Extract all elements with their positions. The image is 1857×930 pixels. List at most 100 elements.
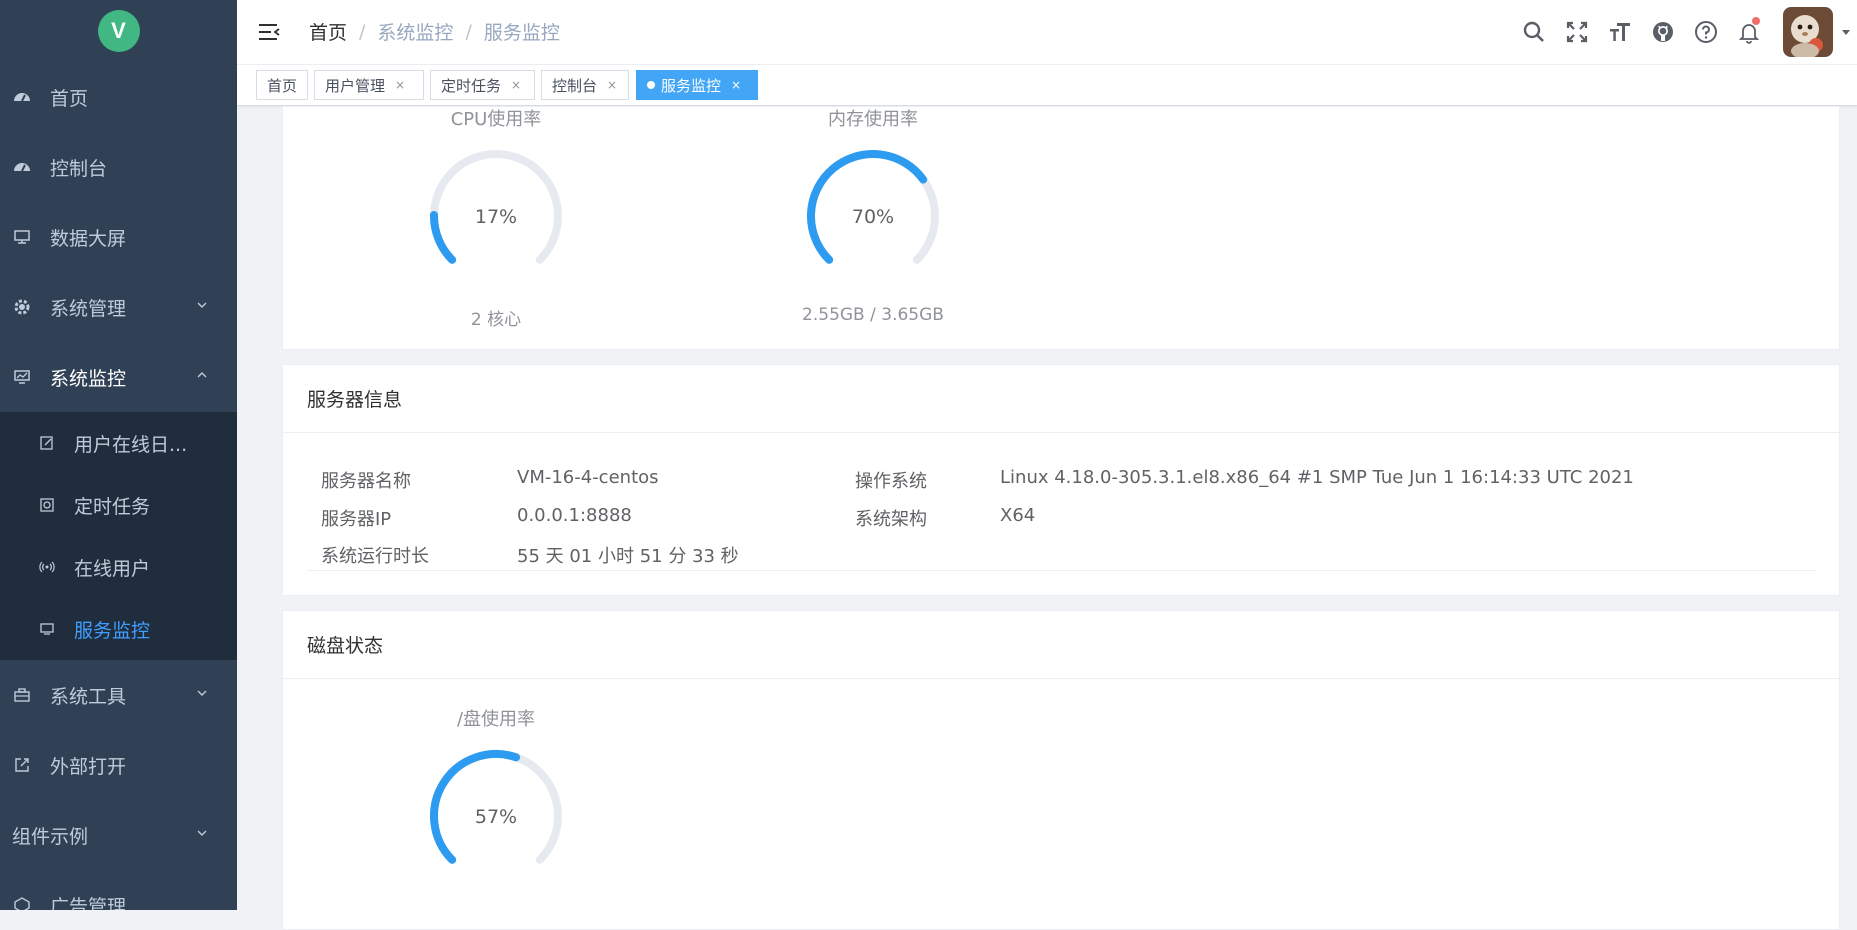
- sidebar-item-scheduled-task[interactable]: 定时任务: [0, 474, 237, 536]
- chevron-up-icon: [197, 372, 207, 378]
- sidebar-item-system-monitor[interactable]: 系统监控: [0, 342, 237, 412]
- gear-icon: [12, 297, 32, 317]
- sidebar-item-online-log[interactable]: 用户在线日...: [0, 412, 237, 474]
- fullscreen-icon[interactable]: [1564, 19, 1590, 45]
- question-icon[interactable]: [1693, 19, 1719, 45]
- navbar: 首页 / 系统监控 / 服务监控: [237, 0, 1857, 65]
- close-icon[interactable]: ×: [395, 78, 405, 92]
- sidebar-item-label: 在线用户: [74, 557, 151, 580]
- font-size-icon[interactable]: [1607, 19, 1633, 45]
- sidebar-item-label: 服务监控: [74, 619, 151, 642]
- breadcrumb: 首页 / 系统监控 / 服务监控: [309, 18, 560, 45]
- logo[interactable]: V: [0, 0, 237, 62]
- server-name-value: VM-16-4-centos: [517, 467, 659, 488]
- monitor-icon: [38, 620, 56, 638]
- server-info-card: 服务器信息 服务器名称 VM-16-4-centos 操作系统 Linux 4.…: [282, 364, 1840, 596]
- tags-view: 首页 用户管理 × 定时任务 × 控制台 × 服务监控 ×: [237, 65, 1857, 106]
- resource-card: CPU使用率 17% 2 核心 内存使用率 70% 2.55GB / 3.65G…: [282, 106, 1840, 350]
- disk-gauge-chart: 57%: [430, 750, 562, 864]
- toolbox-icon: [12, 685, 32, 705]
- sidebar-item-component-examples[interactable]: 组件示例: [0, 800, 237, 870]
- server-ip-value: 0.0.0.1:8888: [517, 505, 632, 526]
- sidebar-item-label: 数据大屏: [50, 227, 127, 250]
- sidebar-item-label: 系统监控: [50, 367, 127, 390]
- uptime-value: 55 天 01 小时 51 分 33 秒: [517, 546, 739, 567]
- logo-mark: V: [97, 10, 140, 52]
- tag-scheduled-task[interactable]: 定时任务 ×: [430, 70, 535, 100]
- sidebar-item-online-users[interactable]: 在线用户: [0, 536, 237, 598]
- notification-badge: [1752, 17, 1760, 25]
- edit-icon: [38, 434, 56, 452]
- sidebar-item-system-tools[interactable]: 系统工具: [0, 660, 237, 730]
- server-name-label: 服务器名称: [321, 471, 411, 492]
- monitor-chart-icon: [12, 367, 32, 387]
- tag-server-monitor[interactable]: 服务监控 ×: [636, 70, 758, 100]
- external-link-icon: [12, 755, 32, 775]
- tag-label: 控制台: [552, 76, 598, 95]
- sidebar-item-ad-management[interactable]: 广告管理: [0, 870, 237, 910]
- memory-gauge-chart: 70%: [807, 150, 939, 264]
- bell-icon[interactable]: [1736, 17, 1762, 45]
- monitor-icon: [12, 227, 32, 247]
- gauge-value: 70%: [852, 206, 894, 228]
- tag-label: 用户管理: [325, 76, 386, 95]
- close-icon[interactable]: ×: [511, 78, 521, 92]
- tag-console[interactable]: 控制台 ×: [541, 70, 629, 100]
- gauge-subtitle: 2.55GB / 3.65GB: [802, 305, 944, 325]
- os-label: 操作系统: [855, 471, 927, 492]
- disk-gauge: /盘使用率 57%: [386, 705, 606, 901]
- sidebar-item-external-open[interactable]: 外部打开: [0, 730, 237, 800]
- sidebar-item-home[interactable]: 首页: [0, 62, 237, 132]
- gauge-value: 57%: [475, 806, 517, 828]
- close-icon[interactable]: ×: [607, 78, 617, 92]
- dashboard-icon: [12, 87, 32, 107]
- gauge-fill: [430, 211, 457, 264]
- sidebar-item-label: 用户在线日...: [74, 433, 188, 456]
- os-value: Linux 4.18.0-305.3.1.el8.x86_64 #1 SMP T…: [1000, 467, 1634, 488]
- sidebar: V 首页 控制台 数据大屏 系统管理 系统监控 用户在线日... 定时任务 在线…: [0, 0, 237, 910]
- sidebar-item-console[interactable]: 控制台: [0, 132, 237, 202]
- chevron-down-icon: [197, 690, 207, 696]
- tag-user-management[interactable]: 用户管理 ×: [314, 70, 424, 100]
- sidebar-item-data-screen[interactable]: 数据大屏: [0, 202, 237, 272]
- active-dot: [647, 81, 655, 89]
- avatar[interactable]: [1783, 7, 1833, 57]
- breadcrumb-item[interactable]: 首页: [309, 18, 347, 45]
- caret-down-icon[interactable]: [1839, 25, 1853, 39]
- tag-label: 定时任务: [441, 76, 502, 95]
- card-title: 服务器信息: [283, 365, 1839, 433]
- close-icon[interactable]: ×: [731, 78, 741, 92]
- submenu-system-monitor: 用户在线日... 定时任务 在线用户 服务监控: [0, 412, 237, 660]
- sidebar-item-label: 组件示例: [12, 825, 89, 848]
- arch-value: X64: [1000, 505, 1036, 526]
- gauge-title: 内存使用率: [828, 109, 918, 130]
- sidebar-item-server-monitor[interactable]: 服务监控: [0, 598, 237, 660]
- github-icon[interactable]: [1650, 19, 1676, 45]
- tag-label: 服务监控: [661, 76, 722, 95]
- gauge-subtitle: 2 核心: [470, 310, 522, 330]
- disk-card: 磁盘状态 /盘使用率 57%: [282, 610, 1840, 930]
- chevron-down-icon: [197, 302, 207, 308]
- divider: [307, 570, 1817, 571]
- cpu-gauge-chart: 17%: [430, 150, 562, 264]
- cube-icon: [12, 895, 32, 910]
- gauge-title: CPU使用率: [450, 109, 542, 130]
- sidebar-item-label: 广告管理: [50, 895, 127, 911]
- sidebar-item-label: 首页: [50, 87, 89, 110]
- memory-gauge: 内存使用率 70% 2.55GB / 3.65GB: [763, 105, 983, 325]
- timer-icon: [38, 496, 56, 514]
- gauge-value: 17%: [475, 206, 517, 228]
- sidebar-item-system-management[interactable]: 系统管理: [0, 272, 237, 342]
- chevron-down-icon: [197, 830, 207, 836]
- tag-label: 首页: [267, 76, 298, 95]
- hamburger-icon[interactable]: [257, 20, 281, 44]
- tag-home[interactable]: 首页: [256, 70, 308, 100]
- search-icon[interactable]: [1521, 19, 1547, 45]
- sidebar-item-label: 控制台: [50, 157, 108, 180]
- right-menu: [1521, 0, 1857, 64]
- sidebar-item-label: 定时任务: [74, 495, 151, 518]
- server-ip-label: 服务器IP: [321, 509, 392, 530]
- uptime-label: 系统运行时长: [321, 546, 429, 567]
- card-title: 磁盘状态: [283, 611, 1839, 679]
- breadcrumb-item: 服务监控: [483, 22, 560, 44]
